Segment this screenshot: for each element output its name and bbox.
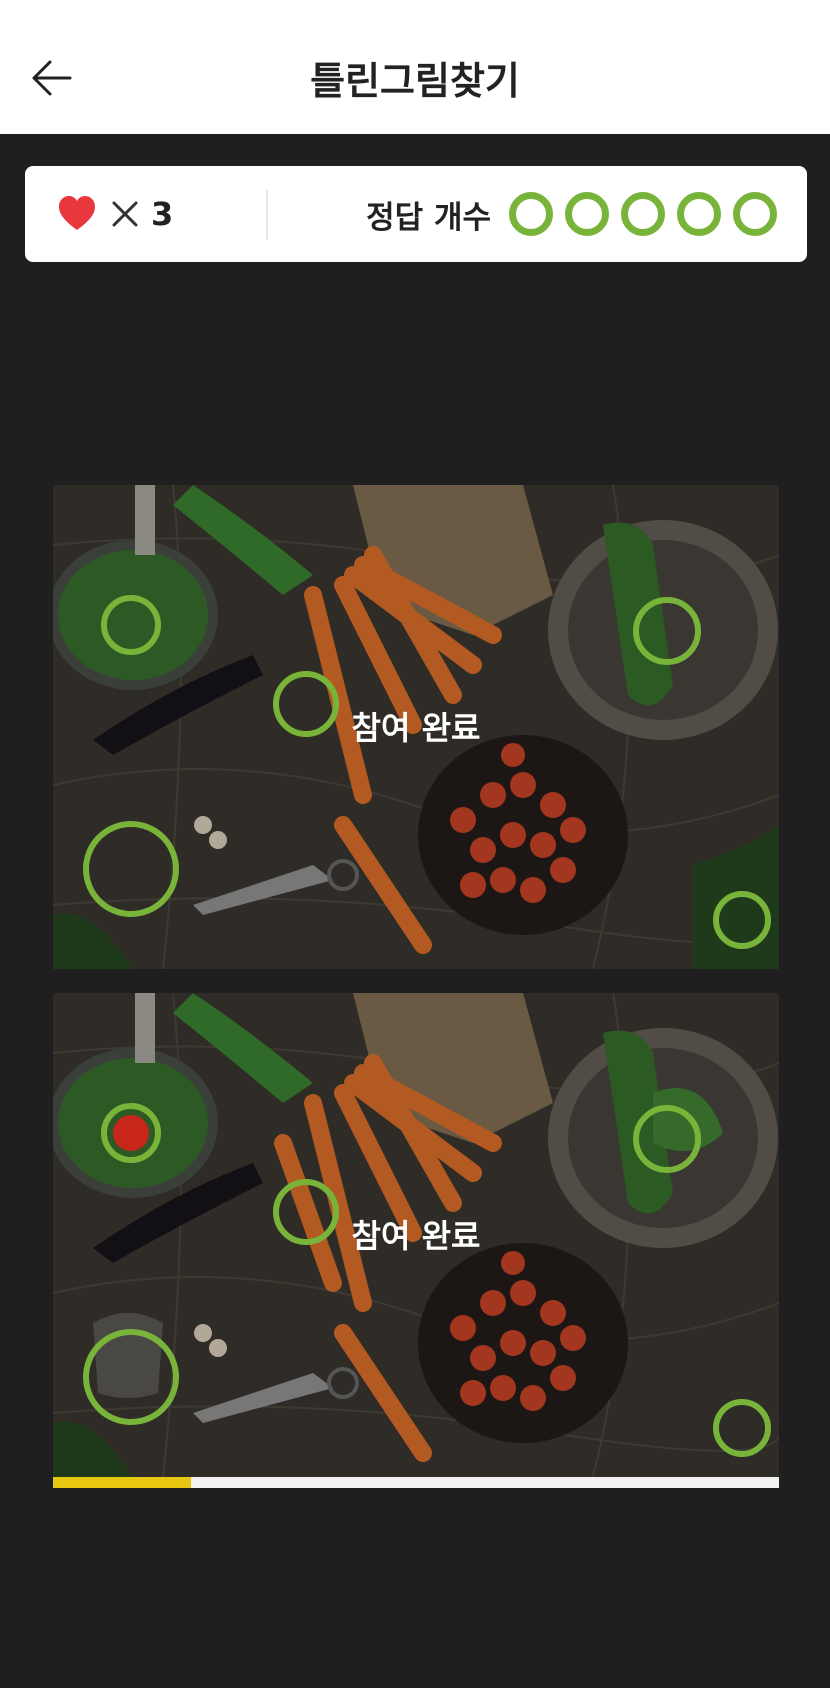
- lives-indicator: 3: [57, 194, 173, 234]
- answer-circle-icon: [621, 192, 665, 236]
- answer-circle-icon: [565, 192, 609, 236]
- found-difference-marker: [633, 1105, 701, 1173]
- found-difference-marker: [633, 597, 701, 665]
- app-header: 틀린그림찾기: [0, 0, 830, 134]
- found-difference-marker: [273, 1179, 339, 1245]
- found-difference-marker: [713, 891, 771, 949]
- time-progress-fill: [53, 1477, 191, 1488]
- participation-complete-label: 참여 완료: [351, 709, 481, 747]
- heart-icon: [59, 196, 95, 230]
- time-progress-bar: [53, 1477, 779, 1488]
- divider: [266, 190, 268, 240]
- answer-count-label: 정답 개수: [366, 199, 491, 236]
- found-difference-marker: [273, 671, 339, 737]
- answer-count: 정답 개수: [366, 192, 777, 236]
- found-difference-marker: [83, 1329, 179, 1425]
- answer-circle-icon: [677, 192, 721, 236]
- answer-circle-icon: [733, 192, 777, 236]
- found-difference-marker: [83, 821, 179, 917]
- participation-complete-label: 참여 완료: [351, 1217, 481, 1255]
- page-title: 틀린그림찾기: [310, 59, 520, 103]
- original-image[interactable]: 참여 완료: [53, 485, 779, 969]
- found-difference-marker: [101, 1103, 161, 1163]
- found-difference-marker: [713, 1399, 771, 1457]
- answer-circle-icon: [509, 192, 553, 236]
- lives-count: 3: [151, 195, 174, 233]
- found-difference-marker: [101, 595, 161, 655]
- status-bar: 3 정답 개수: [25, 166, 807, 262]
- times-icon: [112, 201, 138, 227]
- modified-image[interactable]: 참여 완료: [53, 993, 779, 1477]
